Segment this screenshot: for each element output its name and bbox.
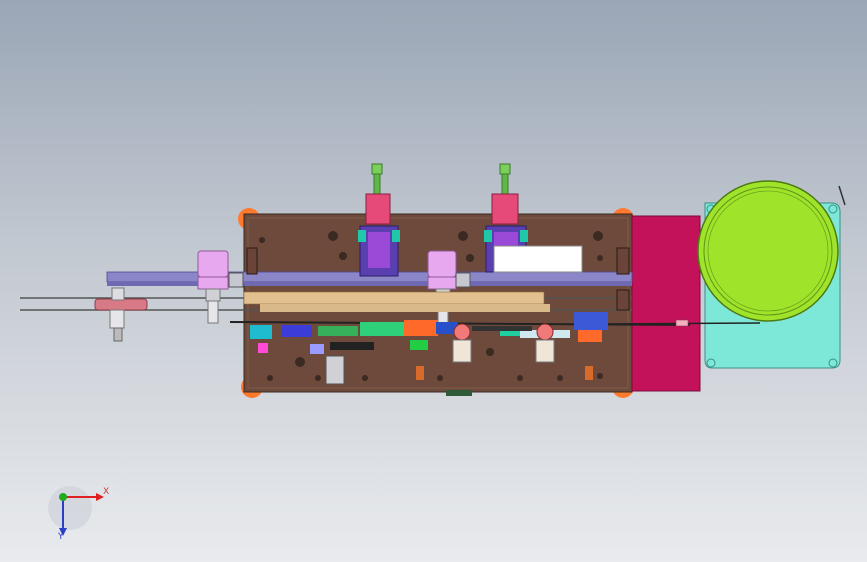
- guide-rod: [472, 326, 532, 331]
- axis-triad: [48, 486, 104, 536]
- machine-assembly-top-view: [20, 163, 846, 536]
- spindle-left: [197, 250, 244, 324]
- triad-shadow: [48, 486, 92, 530]
- pulley-mount: [111, 287, 125, 301]
- bottom-tab: [446, 390, 472, 396]
- lower-cylinder-left: [452, 323, 472, 363]
- label-plate: [493, 245, 583, 273]
- housing-bolt: [706, 358, 716, 368]
- pulley-hub: [109, 309, 125, 329]
- housing-bolt: [828, 358, 838, 368]
- cad-viewport[interactable]: X Y: [0, 0, 867, 562]
- bracket: [616, 289, 630, 311]
- reel-outer: [697, 180, 839, 322]
- feed-strip: [260, 304, 550, 312]
- pulley-shaft: [113, 327, 123, 342]
- housing-bolt: [828, 204, 838, 214]
- lower-cylinder-right: [535, 323, 555, 363]
- bracket: [246, 247, 258, 275]
- pulley: [94, 298, 148, 311]
- x-axis-label: X: [103, 487, 110, 497]
- bracket: [616, 247, 630, 275]
- feed-strip: [243, 291, 545, 305]
- small-flag: [675, 319, 689, 327]
- upper-rail-lip: [107, 282, 632, 286]
- side-block: [631, 215, 701, 392]
- y-axis-label: Y: [58, 532, 64, 542]
- reel-guide: [838, 185, 846, 206]
- z-axis-dot: [59, 493, 67, 501]
